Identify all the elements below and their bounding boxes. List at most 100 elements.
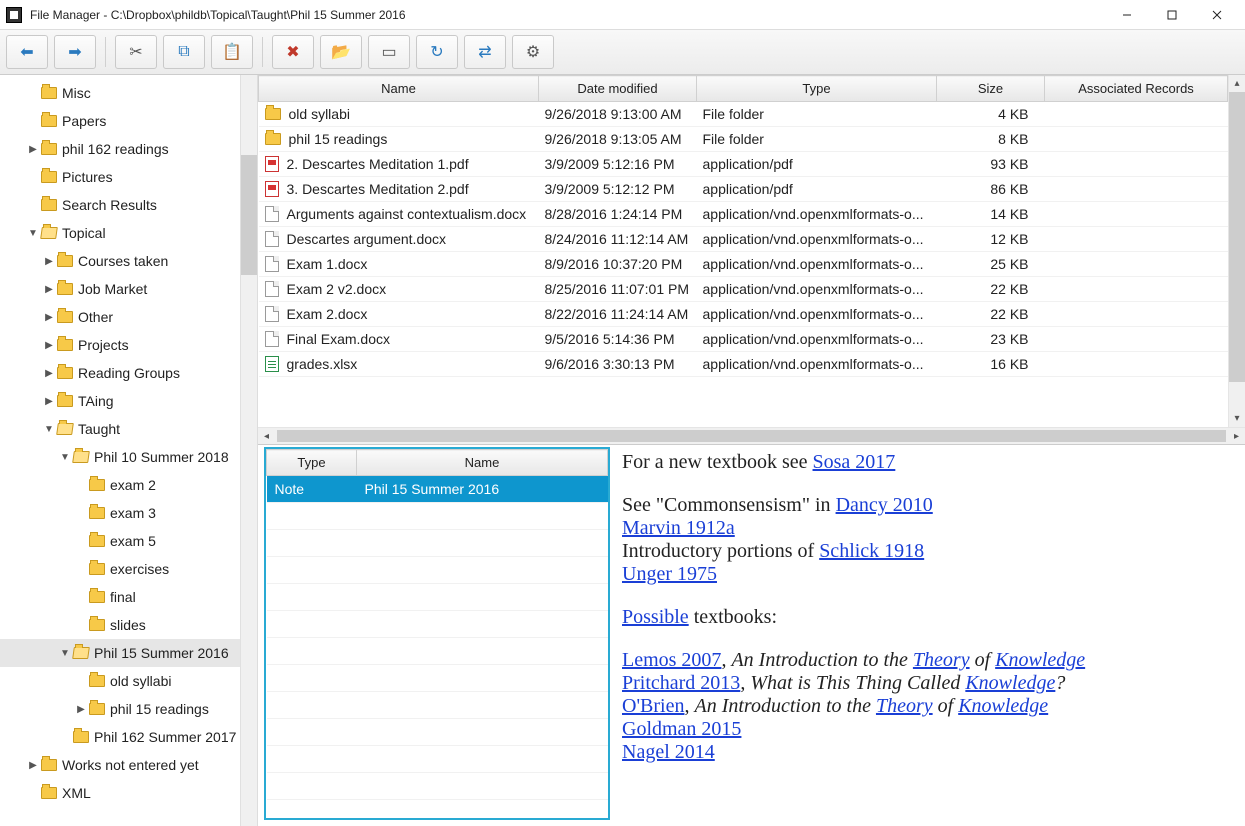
maximize-button[interactable] xyxy=(1149,1,1194,29)
link-nagel-2014[interactable]: Nagel 2014 xyxy=(622,741,715,763)
file-row[interactable]: Exam 2 v2.docx 8/25/2016 11:07:01 PM app… xyxy=(259,277,1228,302)
tree-item[interactable]: ▼ Topical xyxy=(0,219,240,247)
link-pritchard-2013[interactable]: Pritchard 2013 xyxy=(622,672,740,694)
tree-item[interactable]: slides xyxy=(0,611,240,639)
folder-tree[interactable]: Misc Papers▶ phil 162 readings Pictures … xyxy=(0,75,240,826)
file-type: application/vnd.openxmlformats-o... xyxy=(697,252,937,277)
filelist-vscrollbar[interactable]: ▴ ▾ xyxy=(1228,75,1245,427)
expand-icon[interactable]: ▶ xyxy=(26,760,40,771)
records-table[interactable]: Type Name NotePhil 15 Summer 2016 xyxy=(266,449,608,800)
link-goldman-2015[interactable]: Goldman 2015 xyxy=(622,718,741,740)
file-row[interactable]: 2. Descartes Meditation 1.pdf 3/9/2009 5… xyxy=(259,152,1228,177)
paste-button[interactable]: 📋 xyxy=(211,35,253,69)
file-row[interactable]: Exam 1.docx 8/9/2016 10:37:20 PM applica… xyxy=(259,252,1228,277)
expand-icon[interactable]: ▶ xyxy=(42,312,56,323)
tree-item[interactable]: ▼ Phil 10 Summer 2018 xyxy=(0,443,240,471)
tree-item-label: slides xyxy=(106,617,146,633)
link-dancy-2010[interactable]: Dancy 2010 xyxy=(836,494,933,516)
expand-icon[interactable]: ▶ xyxy=(26,144,40,155)
link-marvin-1912a[interactable]: Marvin 1912a xyxy=(622,517,735,539)
expand-icon[interactable]: ▶ xyxy=(42,368,56,379)
file-row[interactable]: Exam 2.docx 8/22/2016 11:24:14 AM applic… xyxy=(259,302,1228,327)
close-button[interactable] xyxy=(1194,1,1239,29)
tree-item[interactable]: ▶ phil 15 readings xyxy=(0,695,240,723)
cut-button[interactable]: ✂ xyxy=(115,35,157,69)
tree-item[interactable]: ▶ Job Market xyxy=(0,275,240,303)
tree-item[interactable]: Misc xyxy=(0,79,240,107)
link-knowledge[interactable]: Knowledge xyxy=(965,672,1055,694)
note-text: For a new textbook see xyxy=(622,451,813,473)
expand-icon[interactable]: ▶ xyxy=(42,256,56,267)
tree-item[interactable]: ▶ TAing xyxy=(0,387,240,415)
tree-pane: Misc Papers▶ phil 162 readings Pictures … xyxy=(0,75,258,826)
forward-button[interactable]: ➡ xyxy=(54,35,96,69)
options-button[interactable]: ⚙ xyxy=(512,35,554,69)
file-row[interactable]: old syllabi 9/26/2018 9:13:00 AM File fo… xyxy=(259,102,1228,127)
link-theory[interactable]: Theory xyxy=(913,649,970,671)
link-sosa-2017[interactable]: Sosa 2017 xyxy=(813,451,896,473)
tree-item[interactable]: exam 2 xyxy=(0,471,240,499)
link-obrien[interactable]: O'Brien xyxy=(622,695,684,717)
col-date[interactable]: Date modified xyxy=(539,76,697,102)
link-possible[interactable]: Possible xyxy=(622,606,689,628)
expand-icon[interactable]: ▶ xyxy=(42,396,56,407)
tree-item[interactable]: ▶ phil 162 readings xyxy=(0,135,240,163)
tree-item[interactable]: ▶ Projects xyxy=(0,331,240,359)
file-row[interactable]: Final Exam.docx 9/5/2016 5:14:36 PM appl… xyxy=(259,327,1228,352)
back-button[interactable]: ⬅ xyxy=(6,35,48,69)
tree-item[interactable]: old syllabi xyxy=(0,667,240,695)
tree-item[interactable]: ▼ Phil 15 Summer 2016 xyxy=(0,639,240,667)
tree-item[interactable]: final xyxy=(0,583,240,611)
col-assoc[interactable]: Associated Records xyxy=(1045,76,1228,102)
expand-icon[interactable]: ▶ xyxy=(42,340,56,351)
file-list-table[interactable]: Name Date modified Type Size Associated … xyxy=(258,75,1228,377)
col-type[interactable]: Type xyxy=(697,76,937,102)
tree-item[interactable]: Search Results xyxy=(0,191,240,219)
expand-icon[interactable]: ▼ xyxy=(58,452,72,463)
mapping-button[interactable]: ⇄ xyxy=(464,35,506,69)
col-name[interactable]: Name xyxy=(259,76,539,102)
expand-icon[interactable]: ▶ xyxy=(74,704,88,715)
tree-item[interactable]: Phil 162 Summer 2017 xyxy=(0,723,240,751)
tree-item[interactable]: ▼ Taught xyxy=(0,415,240,443)
expand-icon[interactable]: ▶ xyxy=(42,284,56,295)
link-schlick-1918[interactable]: Schlick 1918 xyxy=(819,540,924,562)
file-row[interactable]: 3. Descartes Meditation 2.pdf 3/9/2009 5… xyxy=(259,177,1228,202)
link-theory[interactable]: Theory xyxy=(876,695,933,717)
tree-item-label: exercises xyxy=(106,561,169,577)
refresh-button[interactable]: ↻ xyxy=(416,35,458,69)
col-size[interactable]: Size xyxy=(937,76,1045,102)
copy-button[interactable]: ⧉ xyxy=(163,35,205,69)
tree-item[interactable]: ▶ Courses taken xyxy=(0,247,240,275)
link-unger-1975[interactable]: Unger 1975 xyxy=(622,563,717,585)
new-folder-button[interactable]: 📂 xyxy=(320,35,362,69)
tree-item[interactable]: XML xyxy=(0,779,240,807)
minimize-button[interactable] xyxy=(1104,1,1149,29)
tree-item[interactable]: exercises xyxy=(0,555,240,583)
tree-item[interactable]: ▶ Other xyxy=(0,303,240,331)
tree-scrollbar[interactable] xyxy=(240,75,257,826)
records-col-name[interactable]: Name xyxy=(357,450,608,476)
link-knowledge[interactable]: Knowledge xyxy=(995,649,1085,671)
tree-item[interactable]: ▶ Works not entered yet xyxy=(0,751,240,779)
tree-item[interactable]: exam 3 xyxy=(0,499,240,527)
tree-item[interactable]: Pictures xyxy=(0,163,240,191)
rename-button[interactable]: ▭ xyxy=(368,35,410,69)
note-preview[interactable]: For a new textbook see Sosa 2017 See "Co… xyxy=(616,447,1237,820)
file-row[interactable]: Arguments against contextualism.docx 8/2… xyxy=(259,202,1228,227)
expand-icon[interactable]: ▼ xyxy=(42,424,56,435)
file-row[interactable]: phil 15 readings 9/26/2018 9:13:05 AM Fi… xyxy=(259,127,1228,152)
link-knowledge[interactable]: Knowledge xyxy=(958,695,1048,717)
file-row[interactable]: Descartes argument.docx 8/24/2016 11:12:… xyxy=(259,227,1228,252)
tree-item[interactable]: ▶ Reading Groups xyxy=(0,359,240,387)
link-lemos-2007[interactable]: Lemos 2007 xyxy=(622,649,721,671)
file-row[interactable]: grades.xlsx 9/6/2016 3:30:13 PM applicat… xyxy=(259,352,1228,377)
record-row[interactable]: NotePhil 15 Summer 2016 xyxy=(267,476,608,503)
tree-item[interactable]: exam 5 xyxy=(0,527,240,555)
tree-item[interactable]: Papers xyxy=(0,107,240,135)
expand-icon[interactable]: ▼ xyxy=(58,648,72,659)
records-col-type[interactable]: Type xyxy=(267,450,357,476)
delete-button[interactable]: ✖ xyxy=(272,35,314,69)
filelist-hscrollbar[interactable]: ◂▸ xyxy=(258,427,1245,444)
expand-icon[interactable]: ▼ xyxy=(26,228,40,239)
